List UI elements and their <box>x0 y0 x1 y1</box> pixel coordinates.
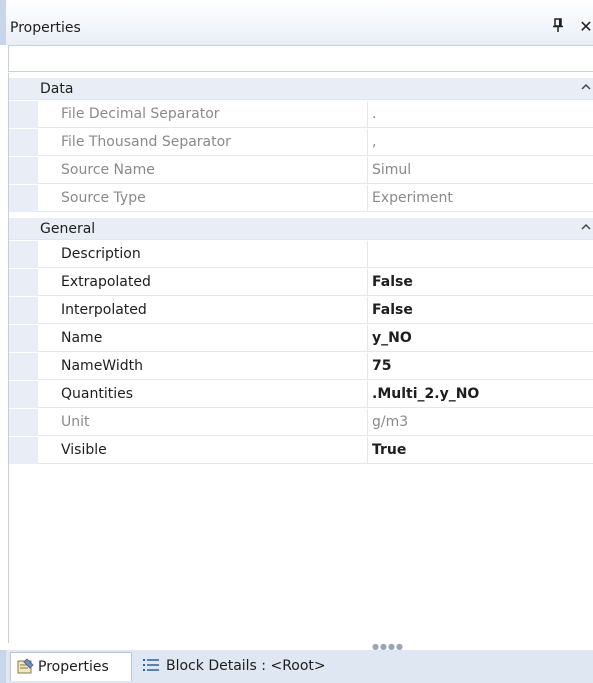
column-divider <box>367 381 368 408</box>
row-gutter <box>9 157 38 184</box>
column-divider <box>367 353 368 380</box>
row-divider <box>38 295 593 296</box>
row-gutter <box>9 409 38 436</box>
column-divider <box>367 185 368 212</box>
property-name: File Thousand Separator <box>61 134 231 150</box>
property-value[interactable]: y_NO <box>372 330 412 346</box>
category-general[interactable]: General <box>9 218 593 240</box>
tab-label: Properties <box>38 659 109 675</box>
row-divider <box>38 155 593 156</box>
column-divider <box>367 241 368 268</box>
property-row-description[interactable]: Description <box>9 241 593 268</box>
row-divider <box>38 183 593 184</box>
property-row-file-decimal-separator[interactable]: File Decimal Separator . <box>9 101 593 128</box>
row-divider <box>38 435 593 436</box>
property-name: Extrapolated <box>61 274 151 290</box>
properties-icon <box>17 657 35 675</box>
row-divider <box>38 323 593 324</box>
property-row-visible[interactable]: Visible True <box>9 437 593 464</box>
property-name: Visible <box>61 442 107 458</box>
row-gutter <box>9 129 38 156</box>
window-title: Properties <box>10 20 81 36</box>
property-row-source-name[interactable]: Source Name Simul <box>9 157 593 184</box>
column-divider <box>367 101 368 128</box>
property-value: . <box>372 106 377 122</box>
pin-icon[interactable] <box>551 18 565 36</box>
property-name: Description <box>61 246 141 262</box>
row-divider <box>38 211 593 212</box>
property-value: g/m3 <box>372 414 409 430</box>
column-divider <box>367 297 368 324</box>
row-gutter <box>9 353 38 380</box>
property-name: Source Type <box>61 190 146 206</box>
property-row-extrapolated[interactable]: Extrapolated False <box>9 269 593 296</box>
column-divider <box>367 325 368 352</box>
property-value[interactable]: False <box>372 274 413 290</box>
row-divider <box>38 267 593 268</box>
row-gutter <box>9 437 38 464</box>
property-value: Experiment <box>372 190 453 206</box>
property-row-source-type[interactable]: Source Type Experiment <box>9 185 593 212</box>
category-label: General <box>40 221 96 237</box>
bottom-tab-bar: Properties Block Details : <Root> <box>0 650 593 683</box>
property-value[interactable]: True <box>372 442 406 458</box>
property-row-name[interactable]: Name y_NO <box>9 325 593 352</box>
column-divider <box>367 269 368 296</box>
row-gutter <box>9 325 38 352</box>
chevron-up-icon[interactable] <box>581 221 593 235</box>
property-row-quantities[interactable]: Quantities .Multi_2.y_NO <box>9 381 593 408</box>
chevron-up-icon[interactable] <box>581 81 593 95</box>
column-divider <box>367 437 368 464</box>
row-divider <box>38 379 593 380</box>
column-divider <box>367 129 368 156</box>
property-name: Unit <box>61 414 90 430</box>
category-data[interactable]: Data <box>9 78 593 100</box>
row-gutter <box>9 297 38 324</box>
row-gutter <box>9 101 38 128</box>
property-grid: Data File Decimal Separator . File Thous… <box>8 73 593 643</box>
property-search-bar[interactable] <box>8 45 593 72</box>
row-divider <box>38 463 593 464</box>
property-name: File Decimal Separator <box>61 106 220 122</box>
property-row-namewidth[interactable]: NameWidth 75 <box>9 353 593 380</box>
property-row-interpolated[interactable]: Interpolated False <box>9 297 593 324</box>
category-label: Data <box>40 81 74 97</box>
property-value[interactable]: 75 <box>372 358 391 374</box>
column-divider <box>367 157 368 184</box>
row-gutter <box>9 241 38 268</box>
row-gutter <box>9 381 38 408</box>
tab-properties[interactable]: Properties <box>10 652 132 681</box>
property-row-file-thousand-separator[interactable]: File Thousand Separator , <box>9 129 593 156</box>
property-value: Simul <box>372 162 412 178</box>
column-divider <box>367 409 368 436</box>
row-divider <box>38 127 593 128</box>
property-name: Quantities <box>61 386 134 402</box>
property-value[interactable]: False <box>372 302 413 318</box>
property-name: Name <box>61 330 103 346</box>
property-name: Interpolated <box>61 302 147 318</box>
property-name: Source Name <box>61 162 155 178</box>
property-row-unit[interactable]: Unit g/m3 <box>9 409 593 436</box>
row-gutter <box>9 185 38 212</box>
list-icon <box>142 656 160 674</box>
property-value[interactable]: .Multi_2.y_NO <box>372 386 479 402</box>
property-name: NameWidth <box>61 358 143 374</box>
row-gutter <box>9 269 38 296</box>
row-divider <box>38 407 593 408</box>
row-divider <box>38 351 593 352</box>
tab-block-details[interactable]: Block Details : <Root> <box>138 652 358 681</box>
properties-titlebar: Properties ✕ <box>0 0 593 45</box>
tab-label: Block Details : <Root> <box>166 658 326 674</box>
close-icon[interactable]: ✕ <box>577 17 593 37</box>
property-value: , <box>372 134 377 150</box>
